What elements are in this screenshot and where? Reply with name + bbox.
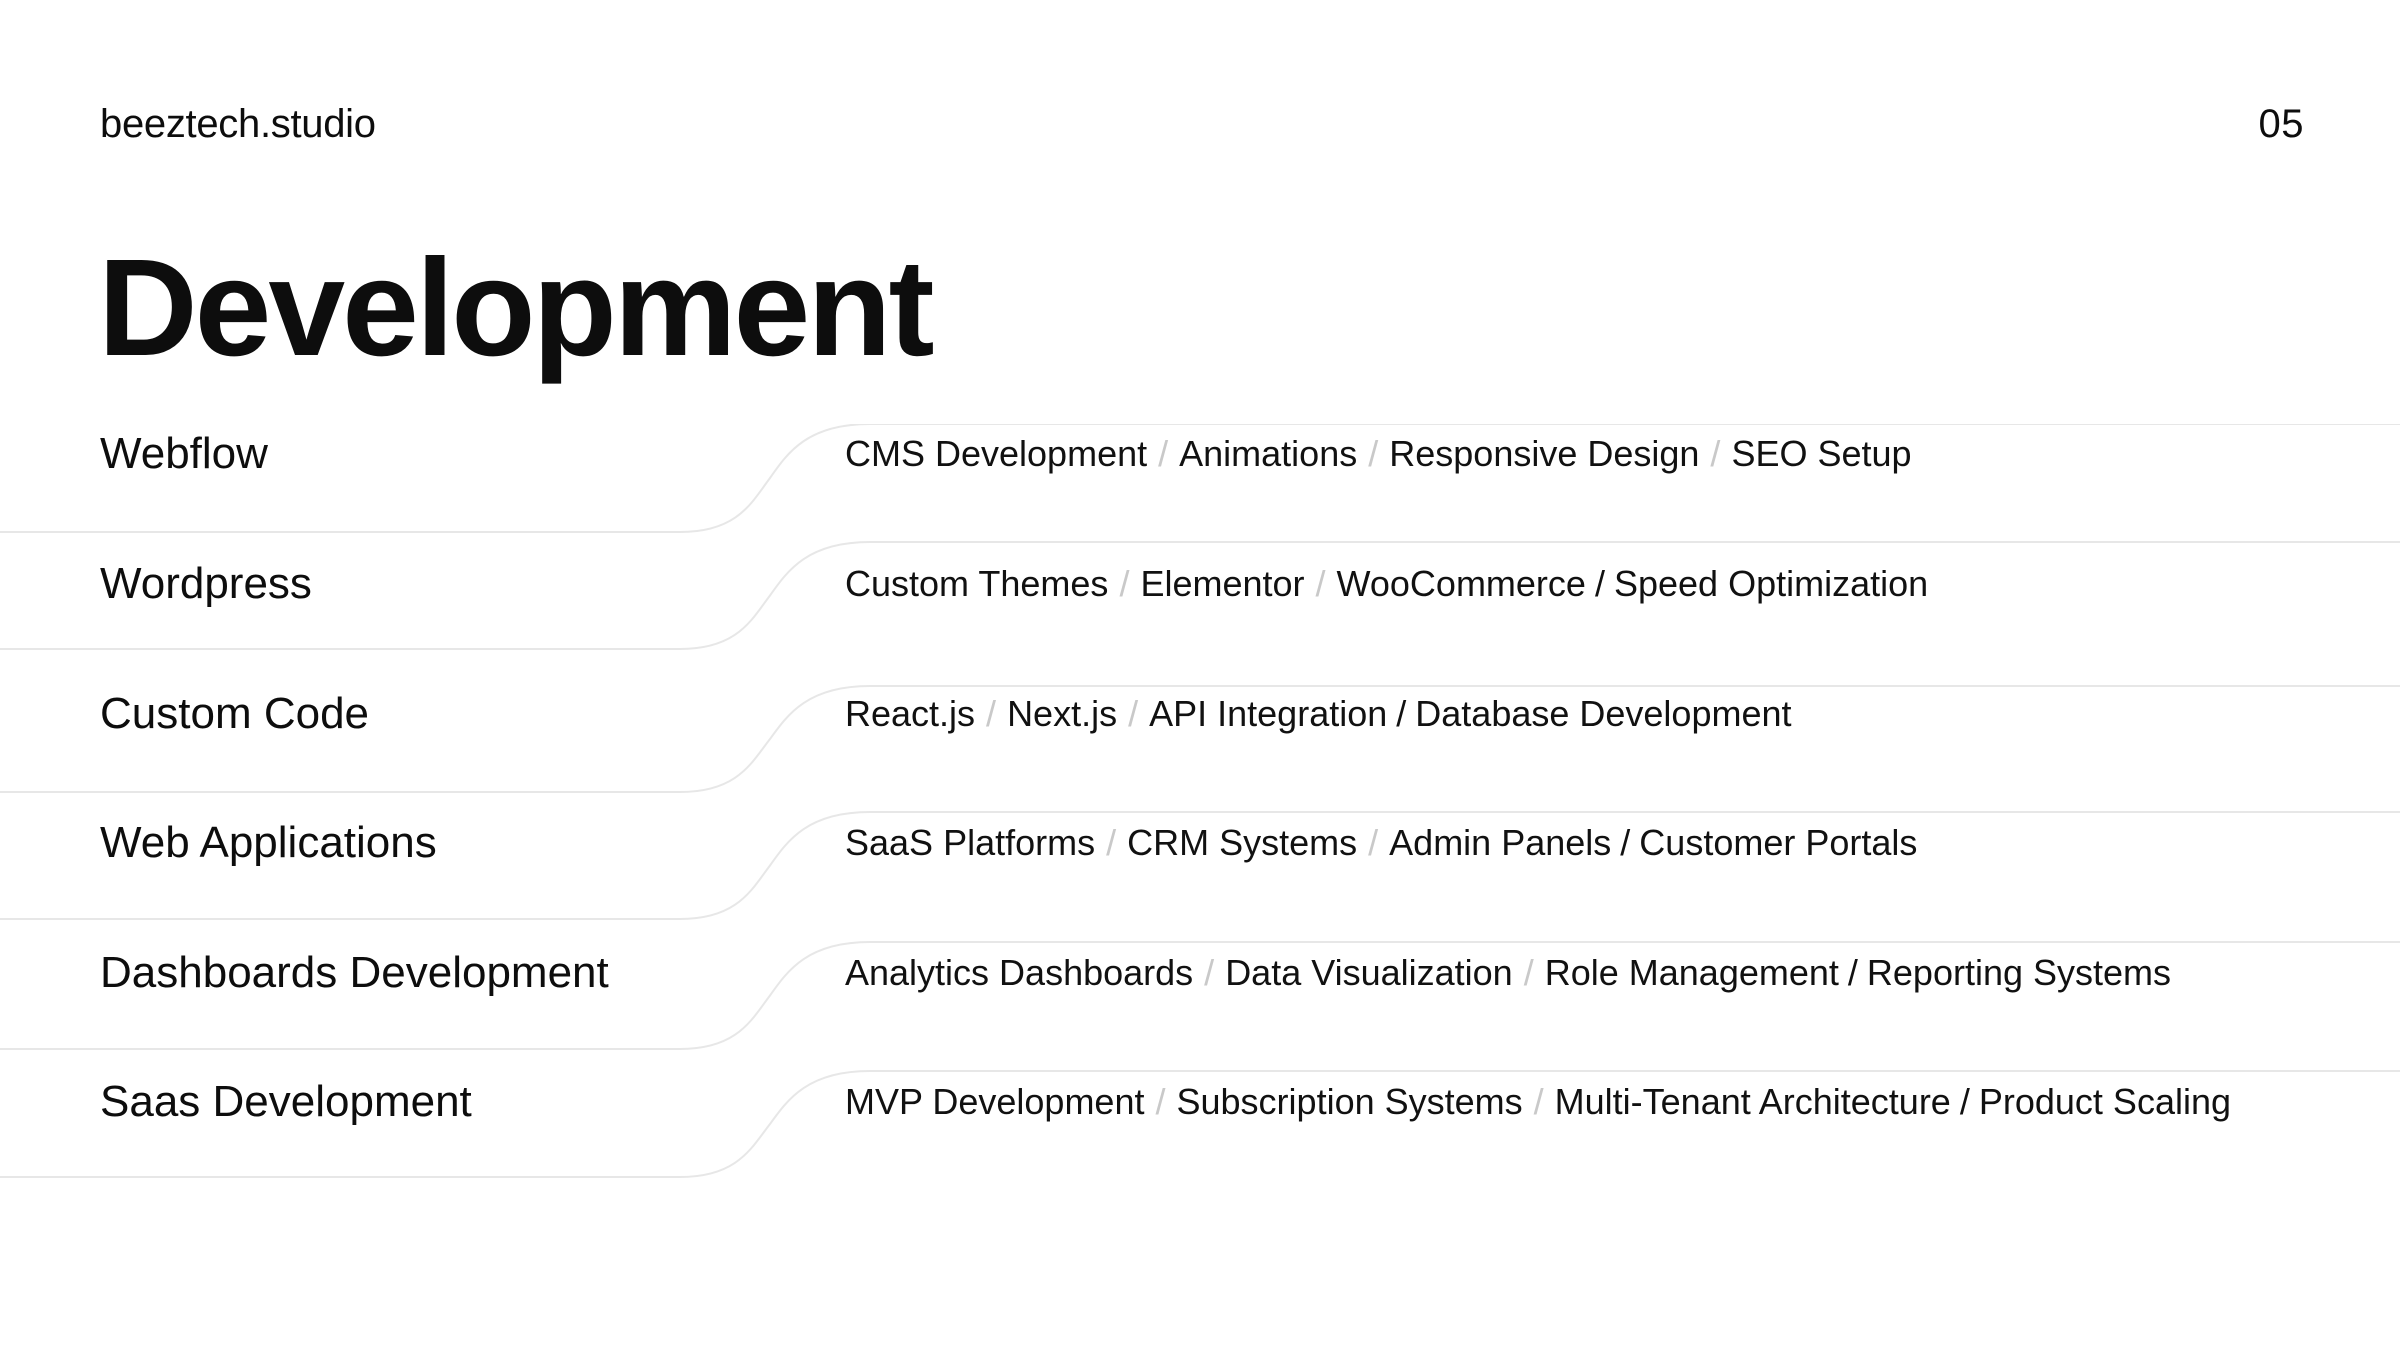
tag-separator: / xyxy=(1128,693,1139,734)
service-tags: CMS Development / Animations / Responsive De… xyxy=(845,426,1912,482)
tag-separator: / xyxy=(1533,1081,1544,1122)
tag-separator: / xyxy=(1620,822,1631,863)
tag-separator: / xyxy=(1368,433,1379,474)
service-tag: Elementor xyxy=(1140,563,1305,604)
service-tag: Animations xyxy=(1179,433,1358,474)
service-row-saas-development: Saas Development MVP Development / Subscri… xyxy=(0,1072,2400,1132)
service-row-custom-code: Custom Code React.js / Next.js / API Integra… xyxy=(0,684,2400,744)
service-tag: API Integration xyxy=(1149,693,1388,734)
page-title: Development xyxy=(98,231,935,385)
service-tag: Product Scaling xyxy=(1978,1081,2231,1122)
tag-separator: / xyxy=(1119,563,1130,604)
tag-separator: / xyxy=(1594,563,1605,604)
service-tag: SEO Setup xyxy=(1731,433,1912,474)
service-tag: CMS Development xyxy=(845,433,1148,474)
service-tag: Responsive Design xyxy=(1389,433,1700,474)
service-title: Wordpress xyxy=(100,559,312,608)
brand-name: beeztech.studio xyxy=(100,102,376,146)
service-tag: Subscription Systems xyxy=(1176,1081,1523,1122)
service-tags: SaaS Platforms / CRM Systems / Admin Panels /… xyxy=(845,815,1917,871)
service-tags: Custom Themes / Elementor / WooCommerce / Spee… xyxy=(845,556,1928,612)
tag-separator: / xyxy=(1204,952,1215,993)
service-row-dashboards-development: Dashboards Development Analytics Dashboa… xyxy=(0,943,2400,1003)
tag-separator: / xyxy=(1155,1081,1166,1122)
tag-separator: / xyxy=(1158,433,1169,474)
service-row-webflow: Webflow CMS Development / Animations / Respo… xyxy=(0,424,2400,484)
tag-separator: / xyxy=(986,693,997,734)
service-tag: WooCommerce xyxy=(1336,563,1586,604)
service-title: Saas Development xyxy=(100,1077,472,1126)
service-title: Dashboards Development xyxy=(100,948,609,997)
service-tags: React.js / Next.js / API Integration / Databas… xyxy=(845,686,1792,742)
tag-separator: / xyxy=(1710,433,1721,474)
service-tag: Customer Portals xyxy=(1639,822,1918,863)
service-tag: SaaS Platforms xyxy=(845,822,1096,863)
service-tag: Next.js xyxy=(1007,693,1118,734)
service-tag: Speed Optimization xyxy=(1613,563,1929,604)
service-tag: Analytics Dashboards xyxy=(845,952,1194,993)
service-tags: MVP Development / Subscription Systems / Mul… xyxy=(845,1074,2231,1130)
service-tags: Analytics Dashboards / Data Visualization /… xyxy=(845,945,2171,1001)
service-tag: Reporting Systems xyxy=(1866,952,2172,993)
tag-separator: / xyxy=(1396,693,1407,734)
page-number: 05 xyxy=(2258,102,2304,146)
service-tag: Database Development xyxy=(1415,693,1792,734)
tag-separator: / xyxy=(1523,952,1534,993)
service-title: Custom Code xyxy=(100,689,370,738)
service-tag: Custom Themes xyxy=(845,563,1109,604)
service-tag: React.js xyxy=(845,693,976,734)
service-tag: Role Management xyxy=(1544,952,1839,993)
service-title: Webflow xyxy=(100,429,268,478)
service-tag: Data Visualization xyxy=(1225,952,1513,993)
tag-separator: / xyxy=(1106,822,1117,863)
service-title: Web Applications xyxy=(100,818,437,867)
row-dividers xyxy=(0,424,2400,1178)
services-list: Webflow CMS Development / Animations / Respo… xyxy=(0,424,2400,1184)
service-row-web-applications: Web Applications SaaS Platforms / CRM Syst… xyxy=(0,813,2400,873)
service-tag: Admin Panels xyxy=(1389,822,1612,863)
service-tag: CRM Systems xyxy=(1127,822,1358,863)
service-row-wordpress: Wordpress Custom Themes / Elementor / WooCom… xyxy=(0,554,2400,614)
tag-separator: / xyxy=(1959,1081,1970,1122)
service-tag: Multi-Tenant Architecture xyxy=(1554,1081,1951,1122)
tag-separator: / xyxy=(1368,822,1379,863)
service-tag: MVP Development xyxy=(845,1081,1145,1122)
tag-separator: / xyxy=(1315,563,1326,604)
tag-separator: / xyxy=(1847,952,1858,993)
